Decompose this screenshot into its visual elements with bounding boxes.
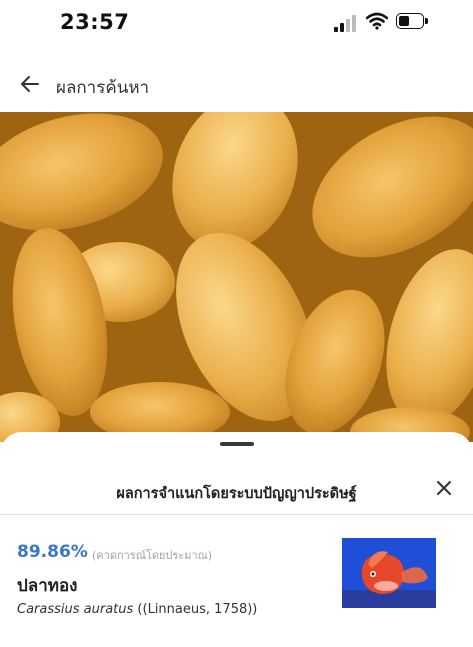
confidence-score: 89.86% bbox=[17, 542, 88, 562]
divider bbox=[0, 514, 473, 515]
taxon-authority: ((Linnaeus, 1758)) bbox=[133, 602, 258, 617]
status-time: 23:57 bbox=[60, 10, 130, 34]
result-thumbnail bbox=[342, 538, 436, 608]
page-title: ผลการค้นหา bbox=[56, 78, 150, 98]
search-photo bbox=[0, 112, 473, 442]
signal-icon bbox=[334, 14, 360, 32]
wifi-icon bbox=[366, 12, 388, 30]
app-header: ผลการค้นหา bbox=[0, 60, 473, 110]
scientific-name: Carassius auratus bbox=[17, 602, 134, 617]
battery-icon bbox=[396, 13, 430, 31]
common-name: ปลาทอง bbox=[17, 576, 78, 596]
status-bar: 23:57 bbox=[0, 0, 473, 46]
result-item[interactable]: 89.86% (คาดการณ์โดยประมาณ) ปลาทอง Carass… bbox=[0, 528, 473, 618]
sheet-drag-handle[interactable] bbox=[220, 442, 254, 446]
fried-dough-image bbox=[0, 112, 473, 442]
confidence-note: (คาดการณ์โดยประมาณ) bbox=[92, 549, 213, 562]
result-sheet: ผลการจำแนกโดยระบบปัญญาประดิษฐ์ 89.86% (ค… bbox=[0, 432, 473, 647]
close-icon[interactable] bbox=[432, 476, 456, 500]
scientific-name-line: Carassius auratus ((Linnaeus, 1758)) bbox=[17, 602, 257, 617]
back-arrow-icon[interactable] bbox=[18, 72, 42, 96]
goldfish-image bbox=[342, 538, 436, 608]
sheet-title: ผลการจำแนกโดยระบบปัญญาประดิษฐ์ bbox=[116, 486, 357, 502]
